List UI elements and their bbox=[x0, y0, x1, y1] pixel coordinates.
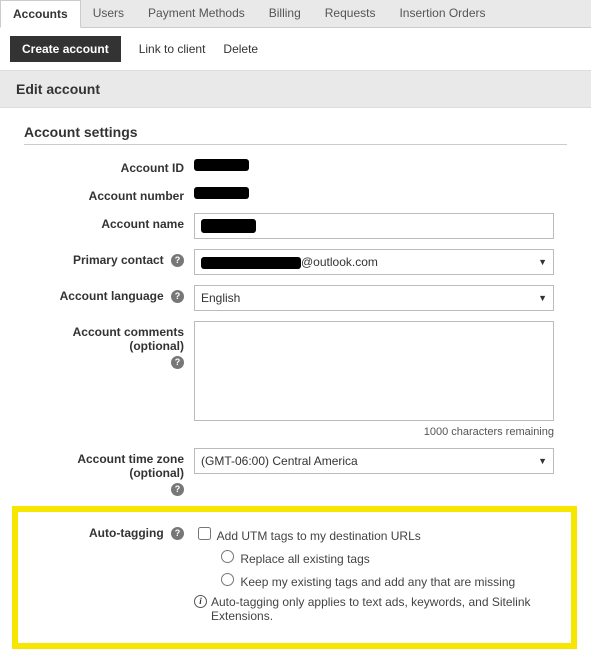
language-value: English bbox=[201, 291, 240, 305]
label-account-language: Account language ? bbox=[24, 285, 194, 303]
redacted-account-number bbox=[194, 187, 249, 199]
chevron-down-icon: ▼ bbox=[538, 257, 547, 267]
top-tabs: Accounts Users Payment Methods Billing R… bbox=[0, 0, 591, 28]
primary-contact-select[interactable]: @outlook.com ▼ bbox=[194, 249, 554, 275]
sub-actions: Create account Link to client Delete bbox=[0, 28, 591, 71]
add-utm-checkbox[interactable] bbox=[198, 527, 211, 540]
tab-billing[interactable]: Billing bbox=[257, 0, 313, 27]
redacted-contact-name bbox=[201, 257, 301, 269]
label-account-timezone: Account time zone (optional) ? bbox=[24, 448, 194, 496]
replace-tags-radio[interactable] bbox=[221, 550, 234, 563]
account-comments-textarea[interactable] bbox=[194, 321, 554, 421]
keep-tags-label: Keep my existing tags and add any that a… bbox=[240, 575, 515, 589]
timezone-value: (GMT-06:00) Central America bbox=[201, 454, 358, 468]
label-account-number: Account number bbox=[24, 185, 194, 203]
account-language-select[interactable]: English ▼ bbox=[194, 285, 554, 311]
account-timezone-select[interactable]: (GMT-06:00) Central America ▼ bbox=[194, 448, 554, 474]
help-icon[interactable]: ? bbox=[171, 483, 184, 496]
auto-tagging-note: Auto-tagging only applies to text ads, k… bbox=[211, 595, 565, 623]
link-to-client-link[interactable]: Link to client bbox=[139, 42, 206, 56]
info-icon: i bbox=[194, 595, 207, 608]
tab-accounts[interactable]: Accounts bbox=[0, 0, 81, 28]
delete-link[interactable]: Delete bbox=[223, 42, 258, 56]
page-title: Edit account bbox=[0, 71, 591, 108]
tab-payment-methods[interactable]: Payment Methods bbox=[136, 0, 257, 27]
create-account-button[interactable]: Create account bbox=[10, 36, 121, 62]
label-account-id: Account ID bbox=[24, 157, 194, 175]
redacted-account-id bbox=[194, 159, 249, 171]
help-icon[interactable]: ? bbox=[171, 290, 184, 303]
value-account-number bbox=[194, 185, 567, 199]
label-account-comments: Account comments (optional) ? bbox=[24, 321, 194, 369]
form-section-title: Account settings bbox=[24, 124, 567, 145]
redacted-account-name bbox=[201, 219, 256, 233]
help-icon[interactable]: ? bbox=[171, 254, 184, 267]
contact-email-suffix: @outlook.com bbox=[301, 255, 378, 269]
chars-remaining: 1000 characters remaining bbox=[194, 426, 554, 438]
replace-tags-label: Replace all existing tags bbox=[240, 552, 369, 566]
label-primary-contact: Primary contact ? bbox=[24, 249, 194, 267]
label-auto-tagging: Auto-tagging ? bbox=[24, 522, 194, 540]
tab-requests[interactable]: Requests bbox=[313, 0, 388, 27]
add-utm-label: Add UTM tags to my destination URLs bbox=[217, 529, 421, 543]
chevron-down-icon: ▼ bbox=[538, 293, 547, 303]
help-icon[interactable]: ? bbox=[171, 356, 184, 369]
label-account-name: Account name bbox=[24, 213, 194, 231]
chevron-down-icon: ▼ bbox=[538, 456, 547, 466]
tab-insertion-orders[interactable]: Insertion Orders bbox=[387, 0, 497, 27]
value-account-id bbox=[194, 157, 567, 171]
tab-users[interactable]: Users bbox=[81, 0, 136, 27]
form: Account settings Account ID Account numb… bbox=[0, 108, 591, 665]
account-name-input[interactable] bbox=[194, 213, 554, 239]
help-icon[interactable]: ? bbox=[171, 527, 184, 540]
keep-tags-radio[interactable] bbox=[221, 573, 234, 586]
auto-tagging-highlight: Auto-tagging ? Add UTM tags to my destin… bbox=[12, 506, 577, 649]
